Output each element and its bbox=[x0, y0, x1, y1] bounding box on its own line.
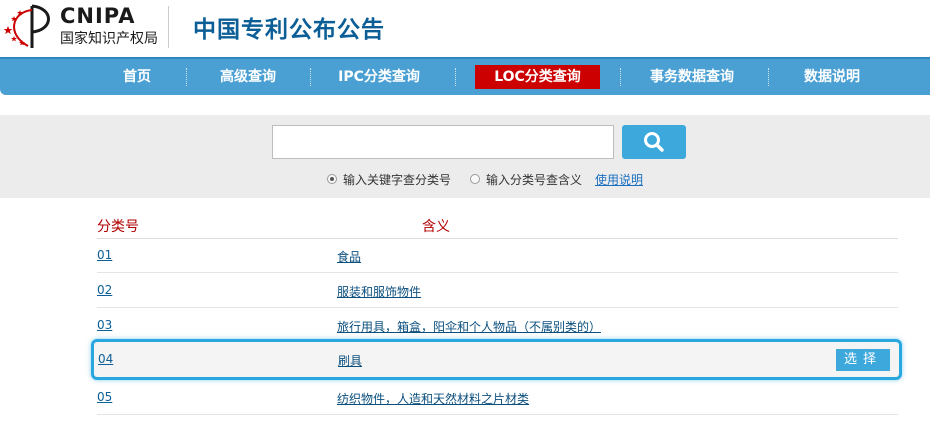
nav-item-data-description[interactable]: 数据说明 bbox=[790, 59, 874, 95]
table-row[interactable]: 03 旅行用具，箱盒，阳伞和个人物品（不属别类的） bbox=[97, 308, 898, 343]
class-code-link[interactable]: 05 bbox=[97, 390, 112, 404]
search-input[interactable] bbox=[272, 125, 614, 159]
table-header: 分类号 含义 bbox=[97, 214, 898, 239]
class-meaning-link[interactable]: 纺织物件，人造和天然材料之片材类 bbox=[337, 390, 529, 407]
help-link[interactable]: 使用说明 bbox=[595, 172, 643, 188]
search-panel: 输入关键字查分类号 输入分类号查含义 使用说明 bbox=[0, 115, 930, 198]
nav-item-home[interactable]: 首页 bbox=[105, 59, 169, 95]
logo-text-cn: 国家知识产权局 bbox=[60, 31, 158, 47]
table-row[interactable]: 05 纺织物件，人造和天然材料之片材类 bbox=[97, 380, 898, 415]
radio-keyword-label[interactable]: 输入关键字查分类号 bbox=[343, 172, 451, 188]
radio-code-label[interactable]: 输入分类号查含义 bbox=[486, 172, 582, 188]
nav-separator bbox=[310, 68, 311, 86]
site-header: CNIPA 国家知识产权局 中国专利公布公告 bbox=[0, 0, 930, 57]
header-divider bbox=[168, 6, 169, 48]
nav-separator bbox=[455, 68, 456, 86]
cnipa-emblem-icon bbox=[3, 4, 50, 48]
table-row[interactable]: 02 服装和服饰物件 bbox=[97, 273, 898, 308]
column-header-code: 分类号 bbox=[97, 219, 139, 235]
logo-text-en: CNIPA bbox=[60, 4, 136, 28]
search-button[interactable] bbox=[622, 125, 686, 159]
nav-item-transaction-search[interactable]: 事务数据查询 bbox=[640, 59, 744, 95]
nav-item-ipc-search[interactable]: IPC分类查询 bbox=[328, 59, 430, 95]
class-meaning-link[interactable]: 食品 bbox=[337, 248, 361, 265]
select-button[interactable]: 选择 bbox=[836, 349, 890, 371]
nav-item-advanced-search[interactable]: 高级查询 bbox=[204, 59, 292, 95]
radio-code-mode[interactable] bbox=[470, 174, 480, 184]
class-code-link[interactable]: 01 bbox=[97, 248, 112, 262]
nav-item-loc-search[interactable]: LOC分类查询 bbox=[475, 65, 600, 89]
table-row[interactable]: 01 食品 bbox=[97, 238, 898, 273]
class-code-link[interactable]: 03 bbox=[97, 318, 112, 332]
class-meaning-link[interactable]: 刷具 bbox=[338, 352, 362, 369]
nav-separator bbox=[768, 68, 769, 86]
class-code-link[interactable]: 04 bbox=[98, 352, 113, 366]
class-meaning-link[interactable]: 旅行用具，箱盒，阳伞和个人物品（不属别类的） bbox=[337, 318, 601, 335]
page-title: 中国专利公布公告 bbox=[193, 17, 385, 43]
cnipa-logo[interactable]: CNIPA 国家知识产权局 bbox=[0, 0, 170, 57]
column-header-meaning: 含义 bbox=[422, 219, 450, 235]
main-nav: 首页 高级查询 IPC分类查询 LOC分类查询 事务数据查询 数据说明 bbox=[0, 57, 930, 95]
search-icon bbox=[644, 132, 664, 152]
nav-separator bbox=[620, 68, 621, 86]
class-meaning-link[interactable]: 服装和服饰物件 bbox=[337, 283, 421, 300]
class-code-link[interactable]: 02 bbox=[97, 283, 112, 297]
nav-separator bbox=[186, 68, 187, 86]
table-row-selected[interactable]: 04 刷具 选择 bbox=[91, 339, 902, 380]
radio-keyword-mode[interactable] bbox=[327, 174, 337, 184]
